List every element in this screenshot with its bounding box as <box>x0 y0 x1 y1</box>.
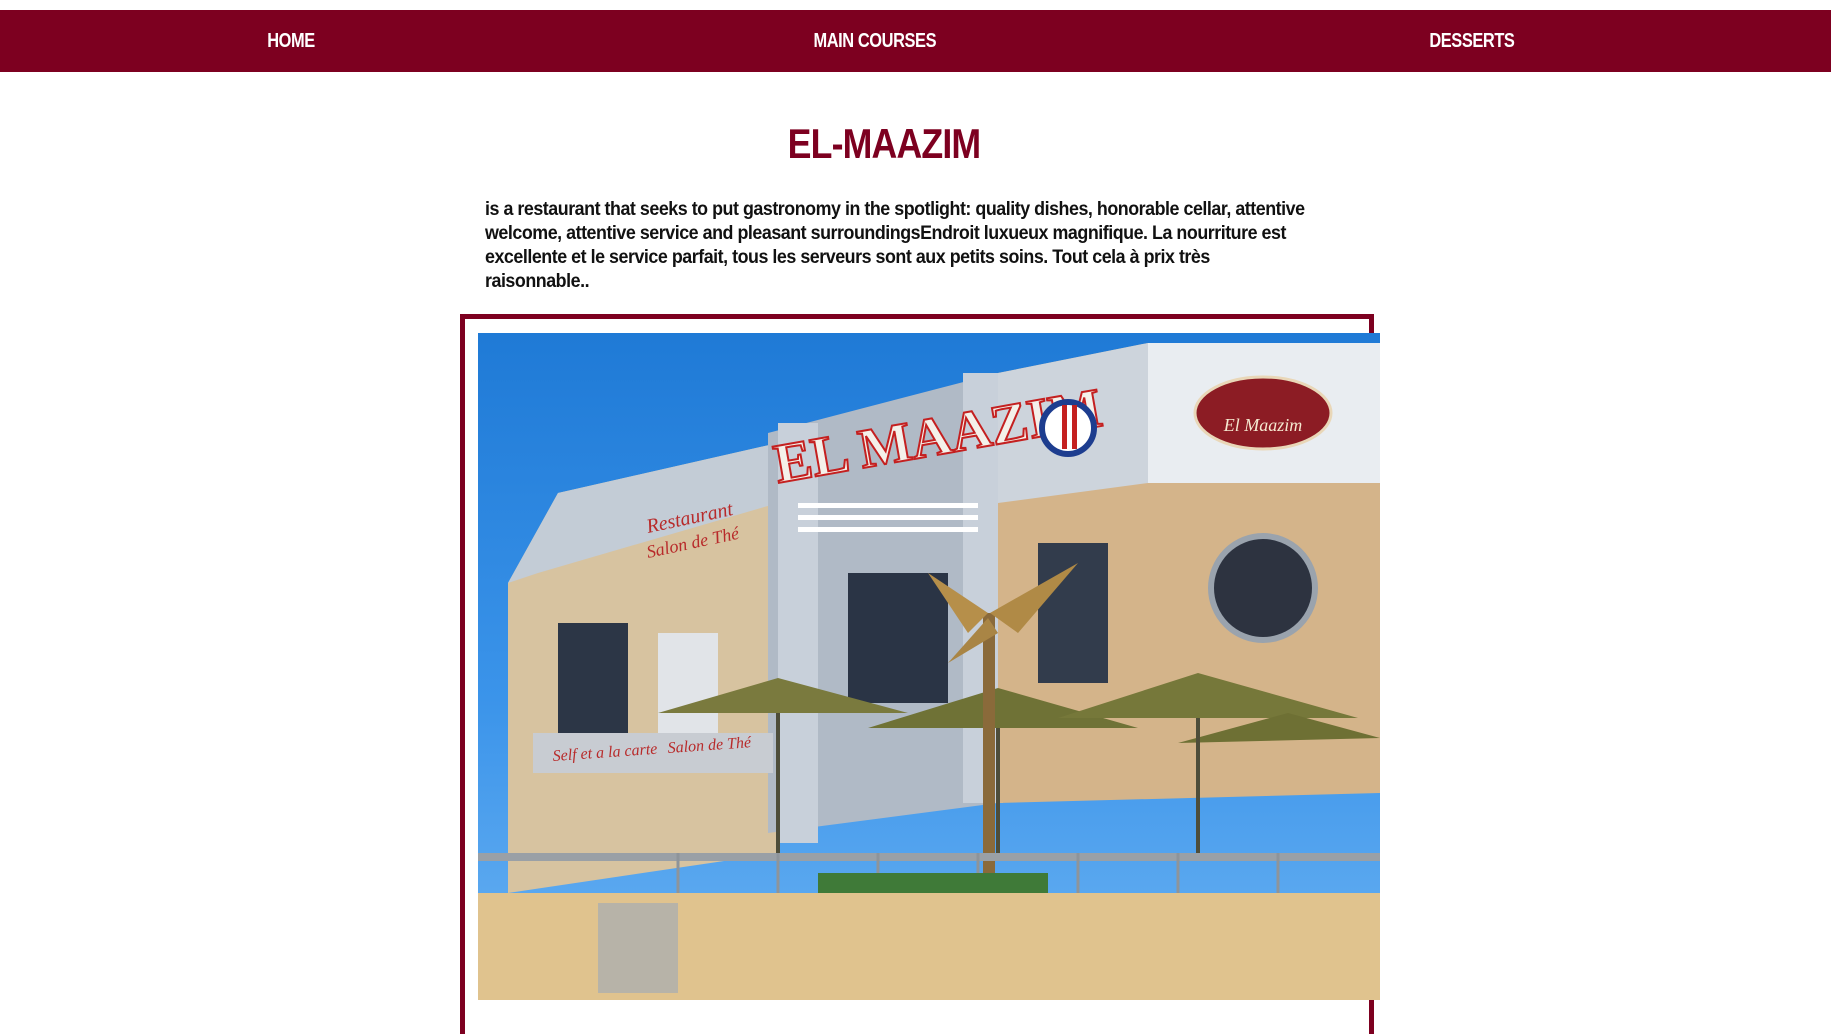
page-title: EL-MAAZIM <box>787 120 981 167</box>
nav-desserts-link[interactable]: DESSERTS <box>1429 10 1515 72</box>
nav-main-courses-link[interactable]: MAIN COURSES <box>813 10 936 72</box>
restaurant-facade-photo: EL MAAZIM El Maazim Restaurant Salon de … <box>478 333 1380 1000</box>
restaurant-description: is a restaurant that seeks to put gastro… <box>485 199 1305 292</box>
nav-home-link[interactable]: HOME <box>267 10 315 72</box>
top-navigation-bar: HOME MAIN COURSES DESSERTS <box>0 10 1831 72</box>
photo-sign-logo: El Maazim <box>1223 415 1303 435</box>
